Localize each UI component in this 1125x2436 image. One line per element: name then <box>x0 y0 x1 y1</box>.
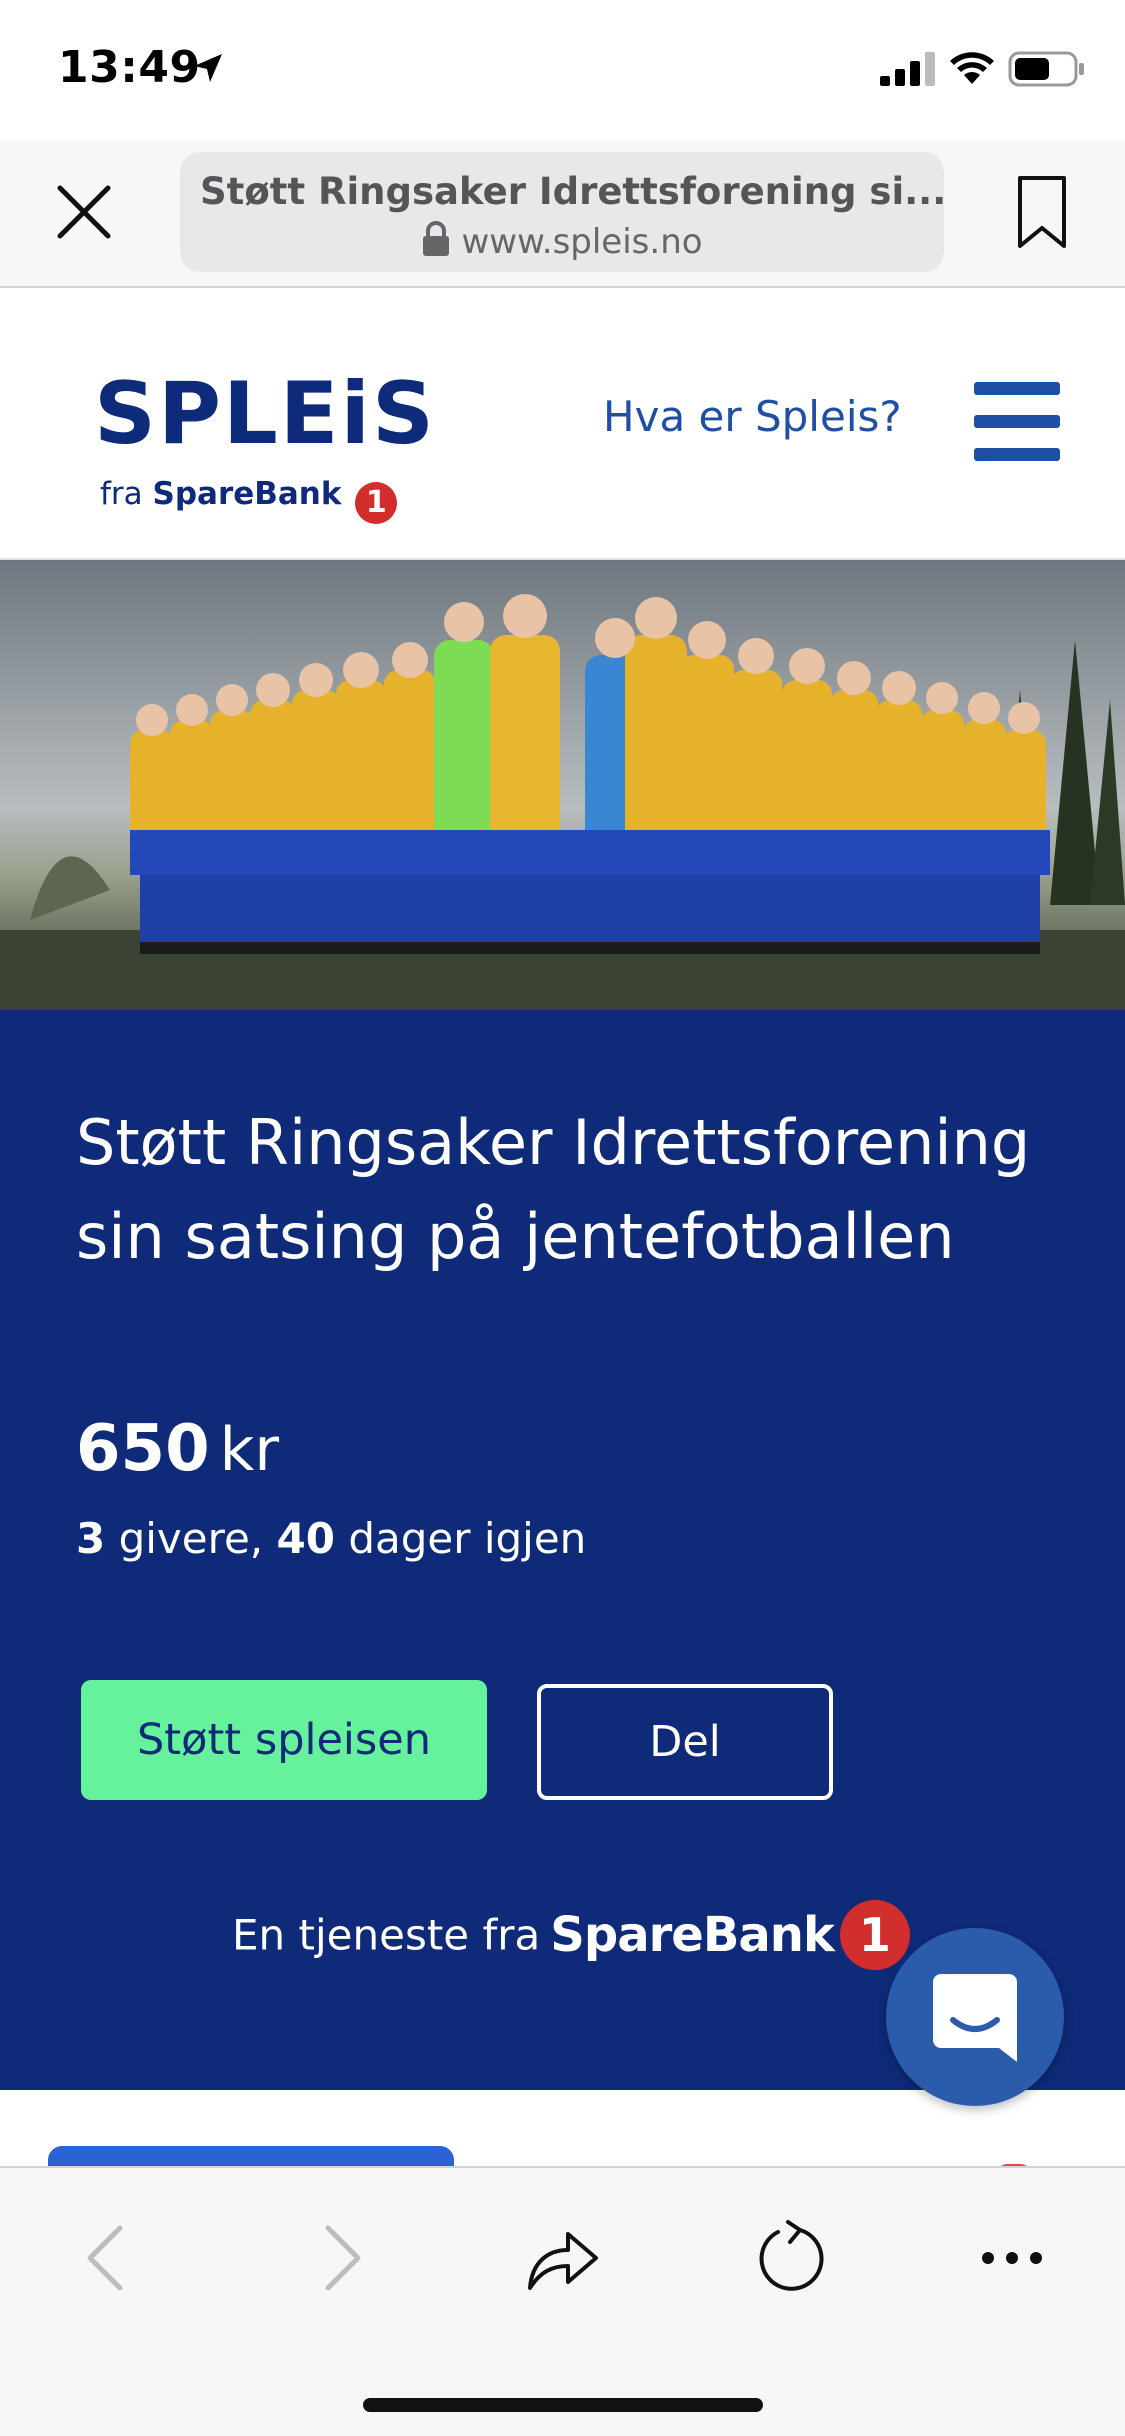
url-bar[interactable]: Støtt Ringsaker Idrettsforening si... ww… <box>180 152 944 272</box>
close-icon[interactable] <box>52 180 116 244</box>
lock-icon <box>423 221 450 256</box>
hamburger-menu-icon[interactable] <box>974 382 1060 462</box>
team-photo <box>0 560 1125 1010</box>
home-indicator <box>363 2398 763 2412</box>
raised-amount: 650 kr <box>76 1412 279 1486</box>
browser-toolbar <box>0 2166 1125 2436</box>
days-count: 40 <box>276 1514 335 1563</box>
chat-button[interactable] <box>886 1928 1064 2106</box>
campaign-meta: 3 givere, 40 dager igjen <box>76 1514 586 1563</box>
hero-image <box>0 560 1125 1010</box>
page-title: Støtt Ringsaker Idrettsforening si... <box>200 170 944 213</box>
forward-icon[interactable] <box>300 2218 380 2298</box>
status-bar: 13:49 <box>0 0 1125 140</box>
url-host: www.spleis.no <box>461 222 703 262</box>
status-time: 13:49 <box>58 42 201 93</box>
days-label: dager igjen <box>348 1514 587 1563</box>
url-host-row: www.spleis.no <box>180 221 944 262</box>
bookmark-icon[interactable] <box>1014 174 1070 250</box>
sparebank-badge: 1 <box>355 482 398 524</box>
footer-prefix: En tjeneste fra <box>232 1910 541 1960</box>
campaign-title: Støtt Ringsaker Idrettsforening sin sats… <box>76 1106 1031 1273</box>
chat-bubble-icon <box>933 1974 1017 2062</box>
share-button[interactable]: Del <box>537 1684 833 1800</box>
logo-sub-prefix: fra <box>100 476 143 512</box>
logo-subtitle: fra SpareBank 1 <box>100 476 398 524</box>
amount-unit: kr <box>219 1415 280 1485</box>
signal-icon <box>880 52 935 86</box>
what-is-spleis-link[interactable]: Hva er Spleis? <box>603 392 902 441</box>
share-icon[interactable] <box>522 2218 602 2298</box>
wifi-icon <box>950 52 994 84</box>
sparebank-footer-badge: 1 <box>839 1900 910 1970</box>
back-icon[interactable] <box>68 2218 148 2298</box>
site-header: SPLEiS fra SpareBank 1 Hva er Spleis? <box>0 290 1125 560</box>
amount-value: 650 <box>76 1412 210 1486</box>
spleis-logo[interactable]: SPLEiS <box>94 364 436 464</box>
givers-count: 3 <box>76 1514 106 1563</box>
support-button[interactable]: Støtt spleisen <box>81 1680 487 1800</box>
reload-icon[interactable] <box>748 2218 828 2298</box>
logo-sub-brand: SpareBank <box>152 476 342 512</box>
location-arrow-icon <box>194 54 222 82</box>
footer-brand: SpareBank <box>550 1907 835 1963</box>
browser-header: Støtt Ringsaker Idrettsforening si... ww… <box>0 140 1125 288</box>
service-footer: En tjeneste fra SpareBank 1 <box>232 1900 910 1970</box>
battery-icon <box>1008 51 1084 87</box>
campaign-panel: Støtt Ringsaker Idrettsforening sin sats… <box>0 1010 1125 2090</box>
more-icon[interactable] <box>972 2218 1052 2298</box>
givers-label: givere, <box>118 1514 264 1563</box>
